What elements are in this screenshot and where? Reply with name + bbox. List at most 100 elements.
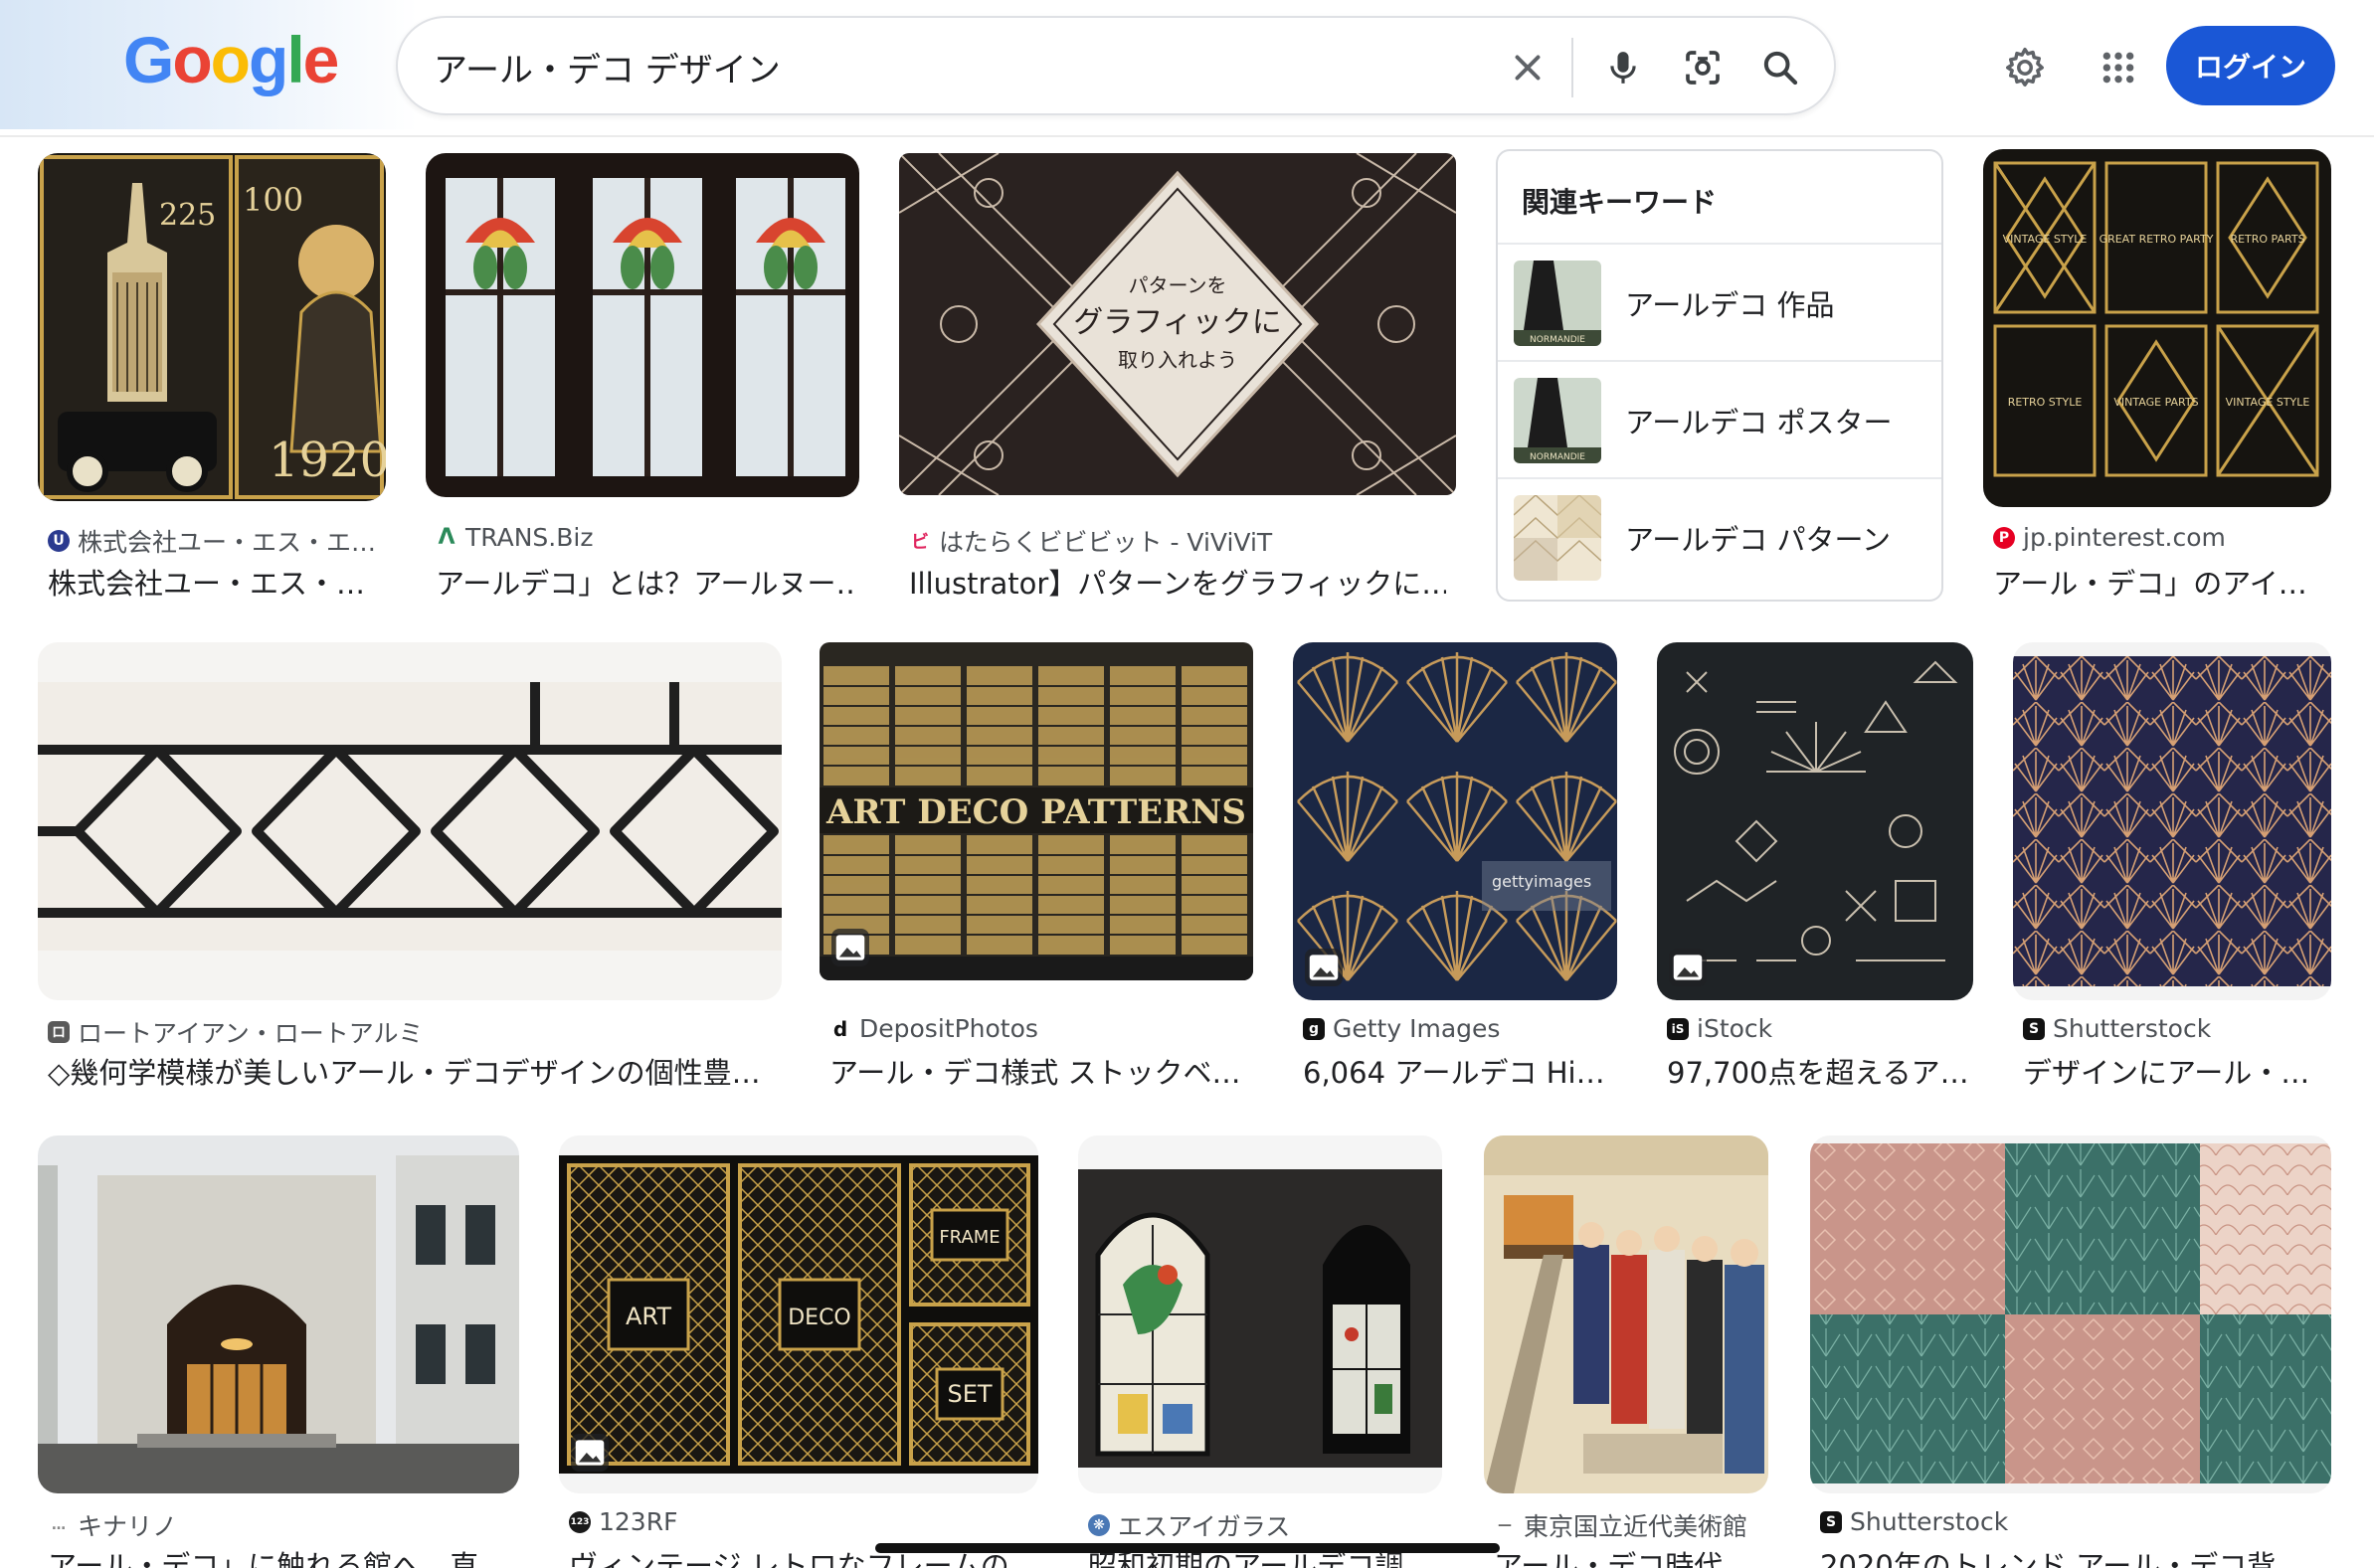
result-card[interactable]: gettyimages g Getty Images 6,064 アールデコ Hi… <box>1293 642 1617 1090</box>
result-card[interactable]: 225 5 100 1920 U 株式会社ユー・エス・エ… 株式会社ユー・エス・… <box>38 153 386 601</box>
result-source[interactable]: ロロートアイアン・ロートアルミ <box>48 1014 784 1050</box>
result-card[interactable]: ロロートアイアン・ロートアルミ ◇幾何学模様が美しいアール・デコデザインの個性豊… <box>38 642 782 1090</box>
site-favicon: Λ <box>436 525 457 550</box>
result-card[interactable]: ART DECO FRAME SET 123 123RF ヴィンテージ レトロなフ… <box>559 1135 1038 1568</box>
source-name: Getty Images <box>1333 1014 1501 1043</box>
result-title[interactable]: アール・デコ様式 ストックベ… <box>829 1050 1247 1092</box>
result-thumbnail[interactable]: ART DECO FRAME SET <box>559 1135 1038 1493</box>
source-name: DepositPhotos <box>859 1014 1038 1043</box>
viviv-text-3: 取り入れよう <box>1118 348 1237 372</box>
search-divider <box>1571 38 1573 97</box>
result-source[interactable]: d DepositPhotos <box>829 1014 1247 1043</box>
svg-text:RETRO STYLE: RETRO STYLE <box>2008 396 2083 409</box>
result-source[interactable]: g Getty Images <box>1303 1014 1621 1043</box>
result-card[interactable]: S Shutterstock デザインにアール・… <box>2013 642 2331 1090</box>
source-name: ロートアイアン・ロートアルミ <box>78 1019 424 1048</box>
source-name: はたらくビビビット - ViViViT <box>939 528 1273 557</box>
svg-text:VINTAGE STYLE: VINTAGE STYLE <box>2003 233 2088 246</box>
frame-text-deco: DECO <box>788 1306 851 1330</box>
result-thumbnail[interactable] <box>426 153 859 497</box>
related-item-label: アールデコ 作品 <box>1625 288 1835 322</box>
result-card[interactable]: S Shutterstock 2020年のトレンド アール・デコ背… <box>1810 1135 2331 1568</box>
result-card[interactable]: ART DECO PATTERNS d DepositPhotos アール・デコ様… <box>820 642 1253 1090</box>
result-card[interactable]: VINTAGE STYLE GREAT RETRO PARTY RETRO PA… <box>1983 149 2331 601</box>
result-card[interactable]: … キナリノ アール・デコ」に触れる館へ。直… <box>38 1135 519 1568</box>
result-source[interactable]: Λ TRANS.Biz <box>436 523 853 552</box>
source-name: TRANS.Biz <box>465 523 594 552</box>
search-box[interactable] <box>396 16 1836 115</box>
related-item-label: アールデコ パターン <box>1625 523 1892 557</box>
result-thumbnail[interactable]: VINTAGE STYLE GREAT RETRO PARTY RETRO PA… <box>1983 149 2331 507</box>
source-name: キナリノ <box>78 1512 178 1541</box>
result-title[interactable]: ◇幾何学模様が美しいアール・デコデザインの個性豊… <box>48 1050 784 1092</box>
result-thumbnail[interactable] <box>1810 1135 2331 1493</box>
result-source[interactable]: ❋ エスアイガラス <box>1088 1507 1446 1543</box>
result-title[interactable]: 2020年のトレンド アール・デコ背… <box>1820 1543 2337 1568</box>
result-thumbnail[interactable]: ART DECO PATTERNS <box>820 642 1253 980</box>
home-indicator[interactable] <box>875 1543 1500 1553</box>
result-source[interactable]: … キナリノ <box>48 1507 525 1543</box>
result-title[interactable]: アール・デコ」に触れる館へ。直… <box>48 1543 525 1568</box>
source-name: Shutterstock <box>1850 1507 2009 1536</box>
related-item-artdeco-patterns[interactable]: アールデコ パターン <box>1498 477 1941 595</box>
result-thumbnail[interactable] <box>38 1135 519 1493</box>
clear-icon[interactable] <box>1500 40 1555 95</box>
result-source[interactable]: U 株式会社ユー・エス・エ… <box>48 523 386 559</box>
result-source[interactable]: — 東京国立近代美術館 <box>1494 1507 1774 1543</box>
result-thumbnail[interactable] <box>38 642 782 1000</box>
login-button[interactable]: ログイン <box>2166 26 2335 105</box>
getty-watermark: gettyimages <box>1492 872 1591 891</box>
svg-text:VINTAGE STYLE: VINTAGE STYLE <box>2226 396 2310 409</box>
site-favicon: ビ <box>909 530 931 553</box>
result-title[interactable]: 6,064 アールデコ Hi… <box>1303 1050 1621 1092</box>
result-title[interactable]: アール・デコ」のアイ… <box>1993 561 2331 603</box>
result-thumbnail[interactable] <box>1078 1135 1442 1493</box>
poster-text-100: 100 <box>243 181 303 219</box>
microphone-icon[interactable] <box>1595 40 1651 95</box>
result-card[interactable]: — 東京国立近代美術館 アール・デコ時代… <box>1484 1135 1768 1568</box>
source-name: 株式会社ユー・エス・エ… <box>78 528 377 557</box>
poster-text-225: 225 <box>159 198 216 233</box>
result-source[interactable]: S Shutterstock <box>1820 1507 2337 1536</box>
result-thumbnail[interactable]: 225 5 100 1920 <box>38 153 386 501</box>
result-source[interactable]: ビはたらくビビビット - ViViViT <box>909 523 1446 559</box>
site-favicon: ❋ <box>1088 1514 1110 1536</box>
result-thumbnail[interactable]: パターンを グラフィックに 取り入れよう <box>899 153 1456 495</box>
result-title[interactable]: 97,700点を超えるア… <box>1667 1050 1977 1092</box>
result-thumbnail[interactable] <box>1484 1135 1768 1493</box>
site-favicon: S <box>1820 1510 1842 1533</box>
result-source[interactable]: 123 123RF <box>569 1507 1042 1536</box>
site-favicon: U <box>48 530 70 552</box>
result-thumbnail[interactable] <box>2013 642 2331 1000</box>
result-card[interactable]: Λ TRANS.Biz アールデコ」とは？アールヌー… <box>426 153 859 601</box>
result-title[interactable]: アール・デコ時代… <box>1494 1543 1774 1568</box>
site-favicon: g <box>1303 1017 1325 1040</box>
search-input[interactable] <box>434 40 1488 93</box>
result-title[interactable]: Illustrator】パターンをグラフィックに… <box>909 561 1446 603</box>
deposit-banner-text: ART DECO PATTERNS <box>825 792 1246 832</box>
result-card[interactable]: パターンを グラフィックに 取り入れよう ビはたらくビビビット - ViViVi… <box>899 153 1456 601</box>
related-thumbnail: NORMANDIE <box>1514 378 1601 463</box>
site-favicon: … <box>48 1514 70 1536</box>
result-title[interactable]: デザインにアール・… <box>2023 1050 2335 1092</box>
related-item-artdeco-posters[interactable]: NORMANDIE アールデコ ポスター <box>1498 360 1941 477</box>
result-source[interactable]: Pjp.pinterest.com <box>1993 523 2331 552</box>
site-favicon: iS <box>1667 1017 1689 1040</box>
related-item-artdeco-works[interactable]: NORMANDIE アールデコ 作品 <box>1498 243 1941 360</box>
result-card[interactable]: iS iStock 97,700点を超えるア… <box>1657 642 1973 1090</box>
image-badge-icon <box>831 929 869 966</box>
result-source[interactable]: S Shutterstock <box>2023 1014 2335 1043</box>
result-title[interactable]: アールデコ」とは？アールヌー… <box>436 561 853 603</box>
search-icon[interactable] <box>1752 40 1808 95</box>
apps-grid-icon[interactable] <box>2087 36 2150 99</box>
site-favicon: 123 <box>569 1510 591 1533</box>
viviv-text-2: グラフィックに <box>1073 305 1281 340</box>
result-thumbnail[interactable] <box>1657 642 1973 1000</box>
lens-camera-icon[interactable] <box>1675 40 1731 95</box>
result-card[interactable]: ❋ エスアイガラス 昭和初期のアールデコ調… <box>1078 1135 1442 1568</box>
result-title[interactable]: 株式会社ユー・エス・… <box>48 561 386 603</box>
result-thumbnail[interactable]: gettyimages <box>1293 642 1617 1000</box>
result-source[interactable]: iS iStock <box>1667 1014 1977 1043</box>
settings-gear-icon[interactable] <box>1993 36 2057 99</box>
google-logo[interactable]: Google <box>123 22 339 97</box>
